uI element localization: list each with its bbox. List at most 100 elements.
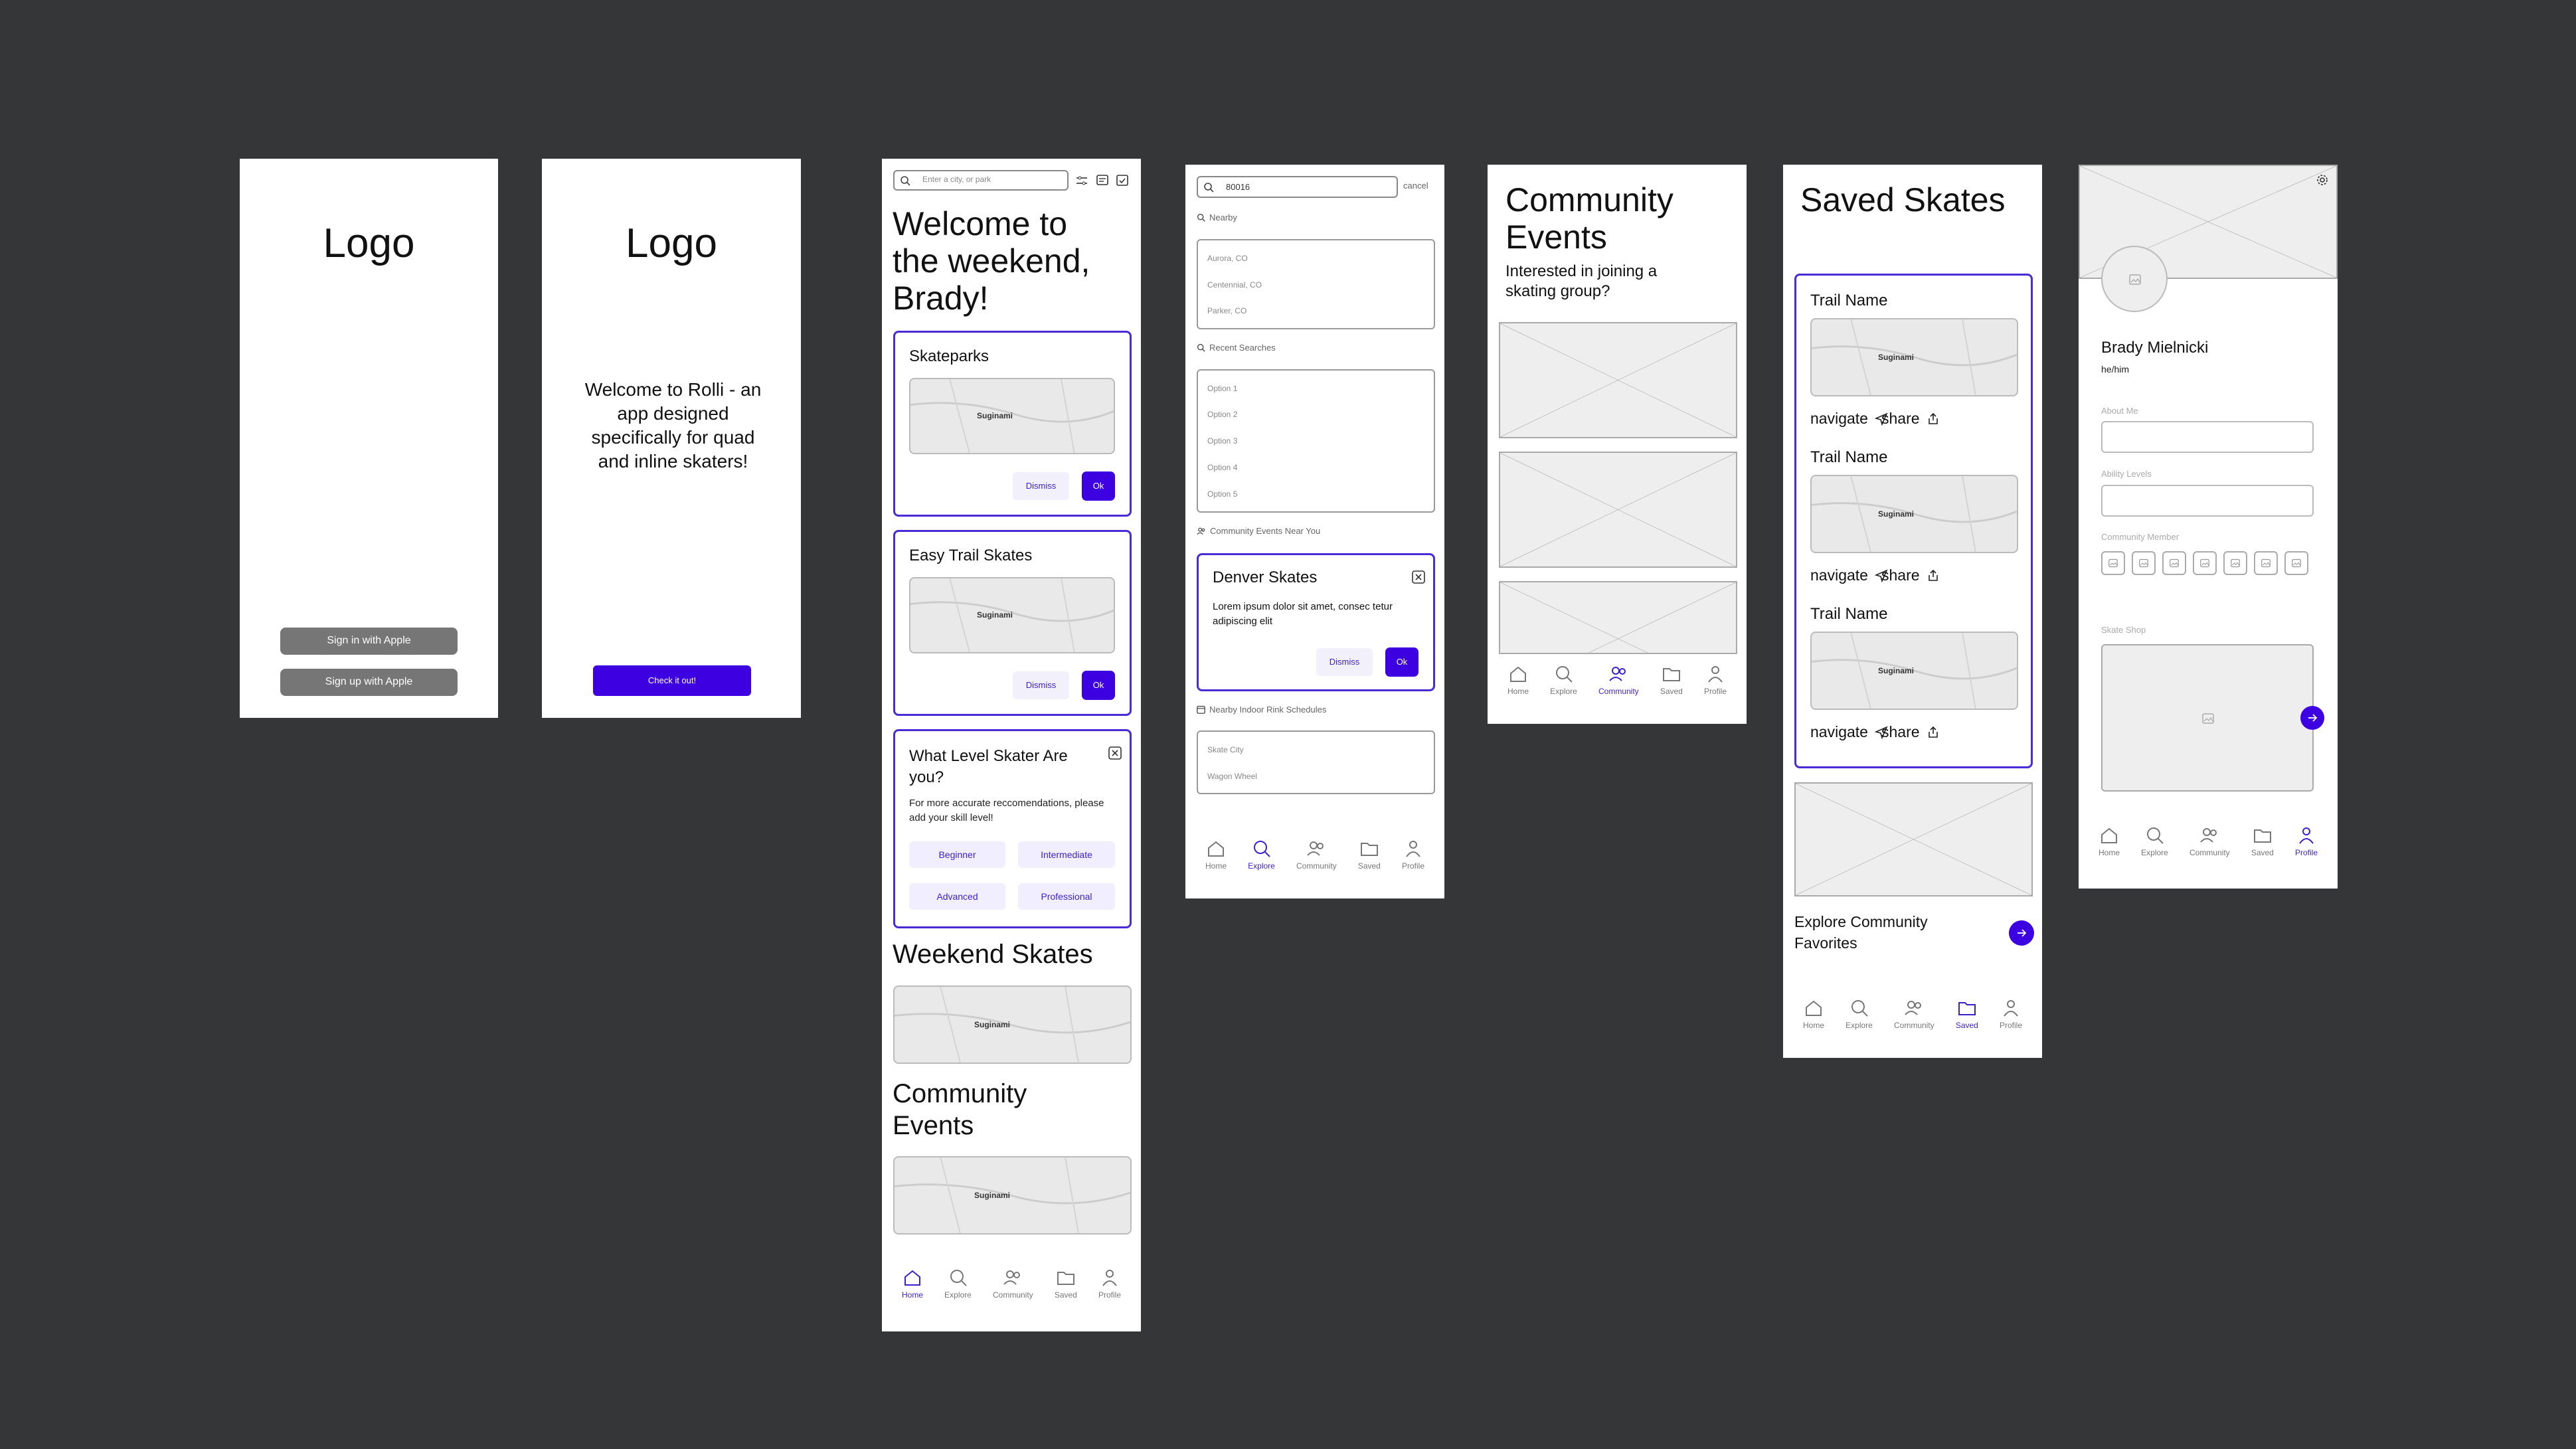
- nav-community[interactable]: Community: [1894, 998, 1934, 1030]
- ok-button[interactable]: Ok: [1082, 471, 1115, 501]
- nav-profile[interactable]: Profile: [2295, 825, 2318, 857]
- badge-icon[interactable]: [2193, 551, 2217, 575]
- image-placeholder[interactable]: [1794, 782, 2033, 896]
- navigate-link[interactable]: navigate: [1810, 410, 1888, 428]
- nav-explore[interactable]: Explore: [1846, 998, 1873, 1030]
- beginner-option[interactable]: Beginner: [909, 841, 1005, 868]
- nav-home[interactable]: Home: [2099, 825, 2120, 857]
- badge-icon[interactable]: [2284, 551, 2308, 575]
- search-input[interactable]: Enter a city, or park: [922, 175, 991, 184]
- ok-button[interactable]: Ok: [1385, 647, 1418, 677]
- logo-text: Logo: [323, 220, 415, 266]
- list-item[interactable]: Option 5: [1207, 489, 1237, 499]
- list-item[interactable]: Centennial, CO: [1207, 280, 1262, 290]
- nav-saved[interactable]: Saved: [2251, 825, 2274, 857]
- sign-in-apple-button[interactable]: Sign in with Apple: [280, 628, 458, 655]
- close-icon[interactable]: [1108, 746, 1122, 760]
- skate-shop-gallery[interactable]: [2101, 644, 2314, 792]
- next-button[interactable]: [2300, 706, 2324, 730]
- search-bar[interactable]: 80016: [1197, 176, 1398, 198]
- image-icon: [2129, 274, 2141, 285]
- list-item[interactable]: Wagon Wheel: [1207, 772, 1257, 781]
- nav-home[interactable]: Home: [1507, 664, 1529, 696]
- dismiss-button[interactable]: Dismiss: [1013, 472, 1069, 500]
- image-placeholder[interactable]: [1499, 452, 1737, 568]
- ability-field[interactable]: [2101, 485, 2314, 517]
- nav-profile[interactable]: Profile: [2000, 998, 2022, 1030]
- nav-community[interactable]: Community: [1598, 664, 1639, 696]
- calendar-icon[interactable]: [1116, 173, 1129, 187]
- nav-home[interactable]: Home: [902, 1268, 923, 1300]
- nav-home[interactable]: Home: [1205, 839, 1227, 871]
- cancel-link[interactable]: cancel: [1403, 181, 1428, 191]
- search-icon: [950, 1270, 967, 1286]
- intermediate-option[interactable]: Intermediate: [1018, 841, 1115, 868]
- filter-icon[interactable]: [1075, 174, 1088, 187]
- nav-saved[interactable]: Saved: [1660, 664, 1683, 696]
- recent-list: Option 1 Option 2 Option 3 Option 4 Opti…: [1197, 369, 1435, 513]
- map-thumbnail[interactable]: Suginami: [1810, 632, 2018, 710]
- professional-option[interactable]: Professional: [1018, 883, 1115, 910]
- dismiss-button[interactable]: Dismiss: [1013, 671, 1069, 699]
- community-map[interactable]: Suginami: [893, 1156, 1132, 1235]
- badge-icon[interactable]: [2254, 551, 2278, 575]
- about-field[interactable]: [2101, 421, 2314, 453]
- message-icon[interactable]: [1096, 173, 1109, 187]
- badge-icon[interactable]: [2132, 551, 2156, 575]
- bottom-nav: Home Explore Community Saved Profile: [2099, 825, 2318, 857]
- badge-icon[interactable]: [2162, 551, 2186, 575]
- check-it-out-button[interactable]: Check it out!: [593, 665, 751, 696]
- nav-community[interactable]: Community: [993, 1268, 1033, 1300]
- nav-explore[interactable]: Explore: [1550, 664, 1577, 696]
- list-item[interactable]: Option 2: [1207, 410, 1237, 419]
- dismiss-button[interactable]: Dismiss: [1316, 648, 1373, 676]
- nav-saved[interactable]: Saved: [1956, 998, 1978, 1030]
- badge-icon[interactable]: [2101, 551, 2125, 575]
- nav-community[interactable]: Community: [2190, 825, 2230, 857]
- nav-saved[interactable]: Saved: [1055, 1268, 1077, 1300]
- map-thumbnail[interactable]: Suginami: [909, 378, 1115, 454]
- card-title: Skateparks: [909, 347, 989, 365]
- people-icon: [2200, 828, 2217, 843]
- nav-explore[interactable]: Explore: [2141, 825, 2168, 857]
- list-item[interactable]: Aurora, CO: [1207, 254, 1248, 263]
- image-placeholder[interactable]: [1499, 581, 1737, 654]
- share-link[interactable]: share: [1881, 410, 1940, 428]
- nav-explore[interactable]: Explore: [944, 1268, 972, 1300]
- nav-community[interactable]: Community: [1296, 839, 1337, 871]
- search-input[interactable]: 80016: [1226, 182, 1250, 192]
- gear-icon[interactable]: [2315, 173, 2330, 187]
- nav-explore[interactable]: Explore: [1248, 839, 1275, 871]
- nav-profile[interactable]: Profile: [1704, 664, 1727, 696]
- ok-button[interactable]: Ok: [1082, 671, 1115, 700]
- map-thumbnail[interactable]: Suginami: [1810, 475, 2018, 553]
- list-item[interactable]: Parker, CO: [1207, 306, 1246, 315]
- weekend-map[interactable]: Suginami: [893, 985, 1132, 1064]
- people-icon: [1003, 1270, 1021, 1285]
- community-events-title: Community Events: [893, 1079, 1027, 1140]
- close-icon[interactable]: [1411, 570, 1426, 584]
- sign-up-apple-button[interactable]: Sign up with Apple: [280, 669, 458, 696]
- map-thumbnail[interactable]: Suginami: [909, 577, 1115, 653]
- list-item[interactable]: Option 4: [1207, 463, 1237, 472]
- list-item[interactable]: Skate City: [1207, 745, 1244, 754]
- explore-favorites-button[interactable]: [2009, 920, 2034, 946]
- user-icon: [2299, 827, 2314, 844]
- list-item[interactable]: Option 3: [1207, 436, 1237, 446]
- navigate-link[interactable]: navigate: [1810, 723, 1888, 741]
- advanced-option[interactable]: Advanced: [909, 883, 1005, 910]
- share-link[interactable]: share: [1881, 566, 1940, 584]
- nav-profile[interactable]: Profile: [1402, 839, 1424, 871]
- badge-icon[interactable]: [2223, 551, 2247, 575]
- search-bar[interactable]: Enter a city, or park: [893, 170, 1069, 191]
- avatar[interactable]: [2101, 246, 2168, 312]
- nav-home[interactable]: Home: [1803, 998, 1824, 1030]
- image-placeholder[interactable]: [1499, 322, 1737, 438]
- nav-saved[interactable]: Saved: [1358, 839, 1381, 871]
- map-thumbnail[interactable]: Suginami: [1810, 318, 2018, 396]
- share-link[interactable]: share: [1881, 723, 1940, 741]
- navigate-link[interactable]: navigate: [1810, 566, 1888, 584]
- nav-profile[interactable]: Profile: [1098, 1268, 1121, 1300]
- list-item[interactable]: Option 1: [1207, 384, 1237, 393]
- map-label: Suginami: [977, 610, 1013, 620]
